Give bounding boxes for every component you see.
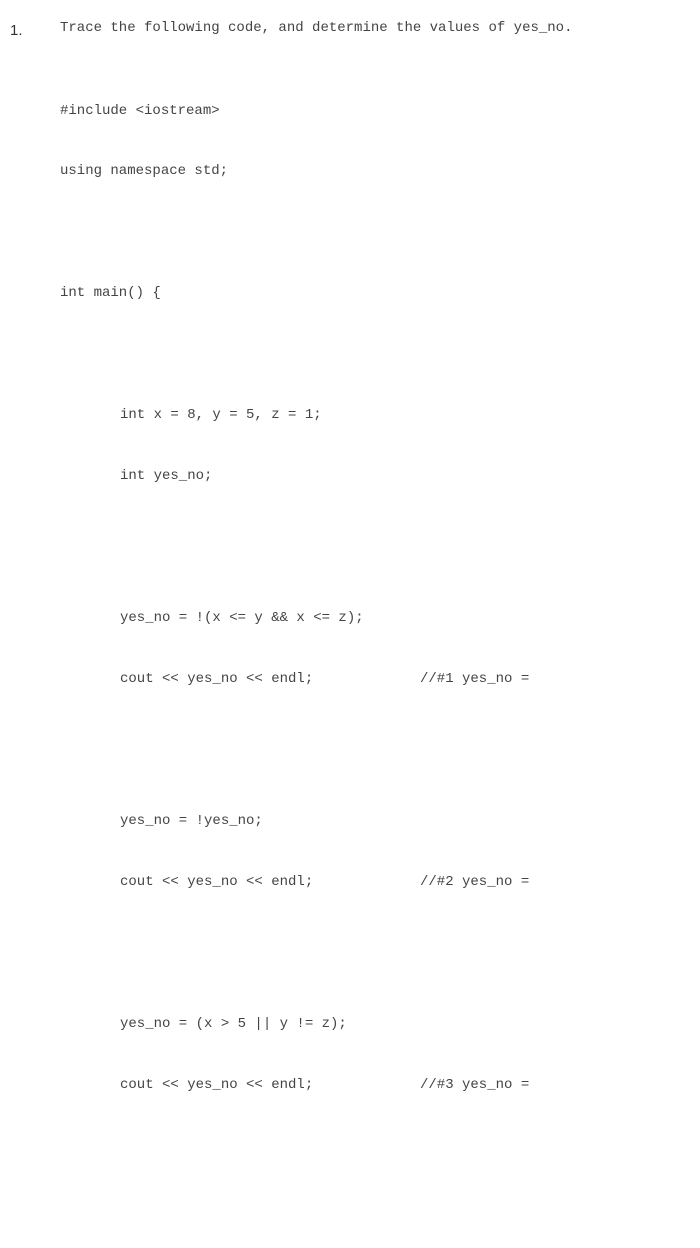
blank — [60, 527, 690, 547]
main-decl: int main() { — [60, 283, 690, 303]
include-line: #include <iostream> — [60, 101, 690, 121]
expr2-comment: //#2 yes_no = — [420, 872, 529, 892]
problem-container: 1. Trace the following code, and determi… — [10, 20, 690, 1248]
expr2-assign: yes_no = !yes_no; — [60, 811, 690, 831]
var-decl2: int yes_no; — [60, 466, 690, 486]
expr1-cout: cout << yes_no << endl; — [120, 669, 420, 689]
problem-number: 1. — [10, 20, 60, 39]
blank — [60, 1136, 690, 1156]
namespace-line: using namespace std; — [60, 161, 690, 181]
expr1-cout-line: cout << yes_no << endl; //#1 yes_no = — [60, 669, 690, 689]
expr3-assign: yes_no = (x > 5 || y != z); — [60, 1014, 690, 1034]
blank — [60, 730, 690, 750]
var-decl1: int x = 8, y = 5, z = 1; — [60, 405, 690, 425]
expr3-cout-line: cout << yes_no << endl; //#3 yes_no = — [60, 1075, 690, 1095]
expr2-cout: cout << yes_no << endl; — [120, 872, 420, 892]
prompt-text: Trace the following code, and determine … — [60, 20, 690, 36]
expr3-cout: cout << yes_no << endl; — [120, 1075, 420, 1095]
expr1-comment: //#1 yes_no = — [420, 669, 529, 689]
expr2-cout-line: cout << yes_no << endl; //#2 yes_no = — [60, 872, 690, 892]
code-block: #include <iostream> using namespace std;… — [60, 60, 690, 1248]
content-column: Trace the following code, and determine … — [60, 20, 690, 1248]
blank — [60, 1197, 690, 1217]
blank — [60, 344, 690, 364]
expr3-comment: //#3 yes_no = — [420, 1075, 529, 1095]
blank — [60, 933, 690, 953]
expr1-assign: yes_no = !(x <= y && x <= z); — [60, 608, 690, 628]
blank — [60, 222, 690, 242]
